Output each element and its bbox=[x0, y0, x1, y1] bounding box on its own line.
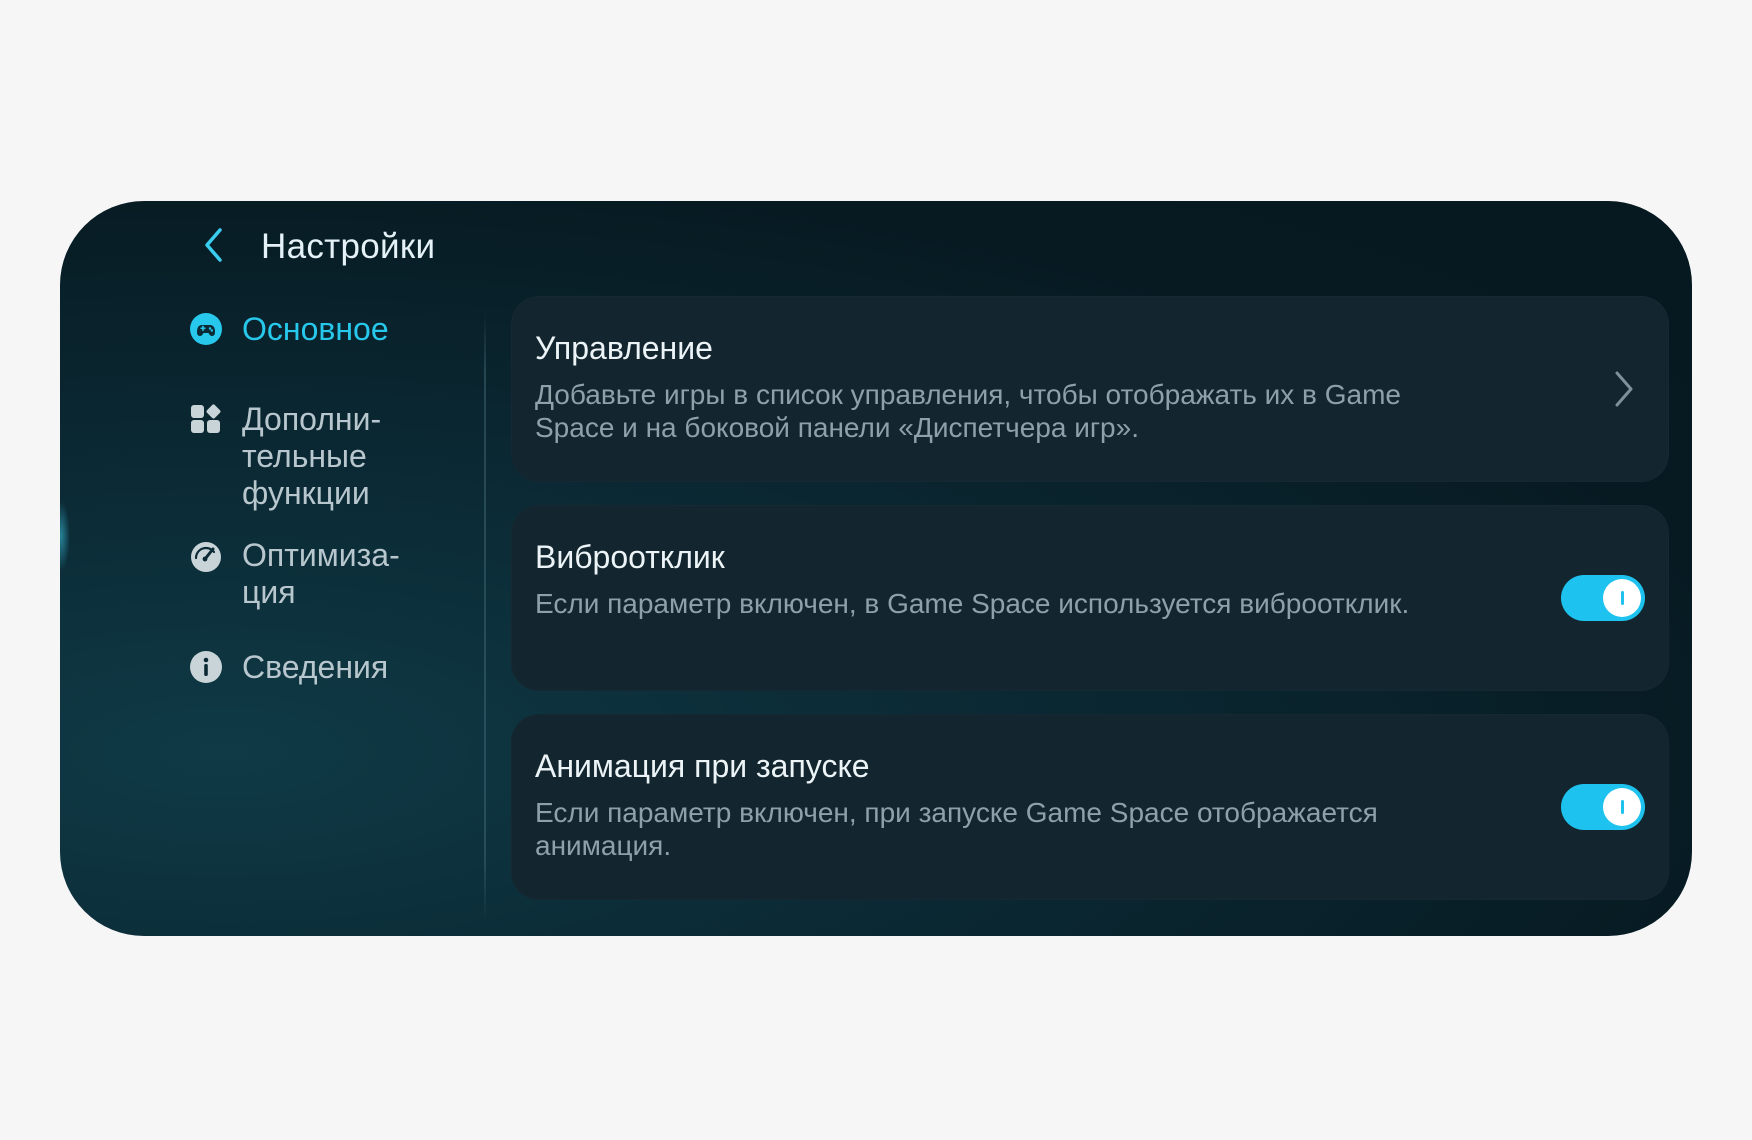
sidebar-item-optimization[interactable]: Оптимиза- ция bbox=[188, 537, 400, 611]
settings-card-launch-animation: Анимация при запуске Если параметр включ… bbox=[511, 714, 1669, 900]
edge-glow bbox=[60, 501, 70, 571]
settings-screen: Настройки Основное Дополни- тельные функ… bbox=[60, 201, 1692, 936]
gamepad-icon bbox=[188, 311, 224, 347]
info-icon bbox=[188, 649, 224, 685]
page-title: Настройки bbox=[261, 227, 436, 266]
launch-animation-toggle[interactable] bbox=[1561, 784, 1645, 830]
sidebar-item-additional[interactable]: Дополни- тельные функции bbox=[188, 401, 381, 512]
header: Настройки bbox=[195, 219, 435, 275]
apps-grid-icon bbox=[188, 401, 224, 437]
settings-card-management[interactable]: Управление Добавьте игры в список управл… bbox=[511, 296, 1669, 482]
settings-card-vibration: Виброотклик Если параметр включен, в Gam… bbox=[511, 505, 1669, 691]
vibration-toggle[interactable] bbox=[1561, 575, 1645, 621]
sidebar-item-info[interactable]: Сведения bbox=[188, 649, 388, 686]
sidebar-item-main[interactable]: Основное bbox=[188, 311, 389, 348]
card-description: Добавьте игры в список управления, чтобы… bbox=[535, 379, 1401, 443]
sidebar-item-label: Сведения bbox=[242, 649, 389, 685]
back-button[interactable] bbox=[195, 219, 231, 275]
toggle-knob bbox=[1603, 788, 1641, 826]
toggle-knob bbox=[1603, 579, 1641, 617]
card-description: Если параметр включен, в Game Space испо… bbox=[535, 588, 1410, 619]
sidebar-item-label: Оптимиза- ция bbox=[242, 537, 400, 610]
sidebar-item-label: Дополни- тельные функции bbox=[242, 401, 382, 511]
card-title: Управление bbox=[535, 330, 713, 366]
card-description: Если параметр включен, при запуске Game … bbox=[535, 797, 1378, 861]
card-title: Анимация при запуске bbox=[535, 748, 870, 784]
sidebar-item-label: Основное bbox=[242, 311, 389, 347]
card-title: Виброотклик bbox=[535, 539, 725, 575]
speedometer-icon bbox=[188, 537, 224, 573]
chevron-left-icon bbox=[202, 227, 224, 268]
chevron-right-icon[interactable] bbox=[1609, 368, 1639, 410]
sidebar-divider bbox=[484, 311, 486, 921]
